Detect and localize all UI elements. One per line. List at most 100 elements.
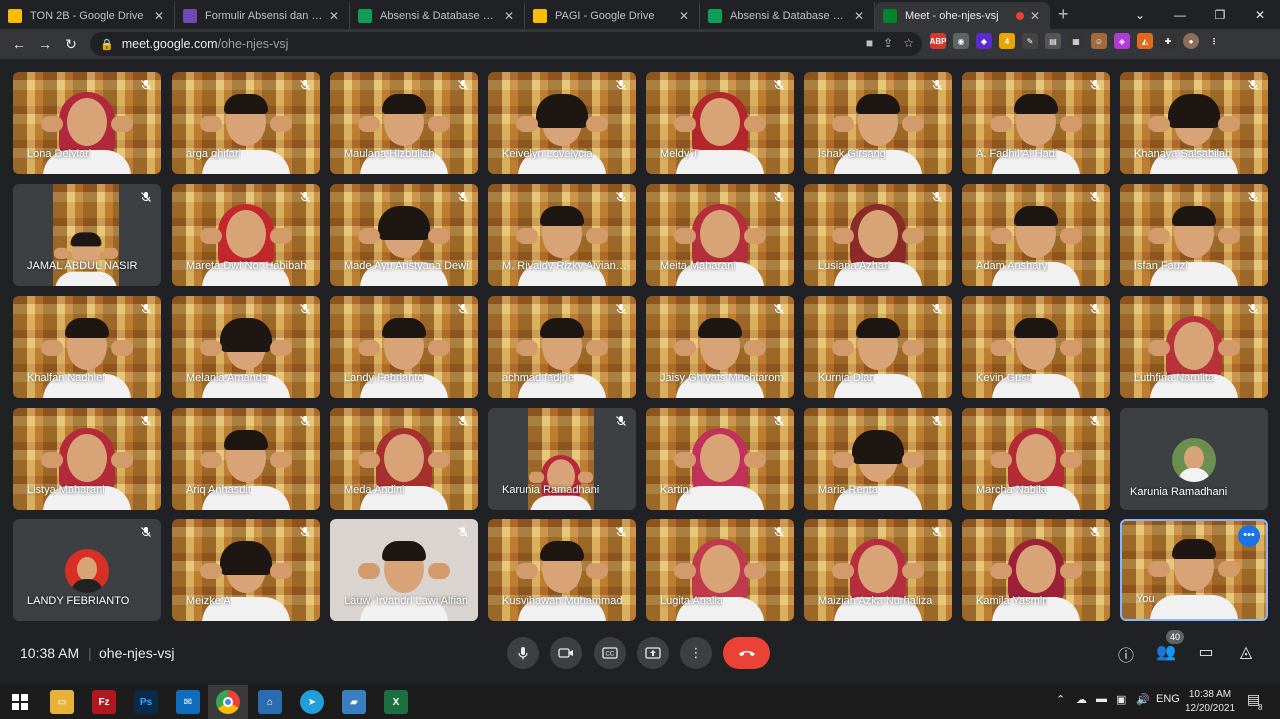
participant-tile[interactable]: Lugita Analia — [646, 519, 794, 621]
extension-purple-icon[interactable]: ◆ — [976, 33, 992, 49]
participant-tile[interactable]: Kamila Yasmin — [962, 519, 1110, 621]
close-window-icon[interactable]: ✕ — [1240, 8, 1280, 22]
close-tab-icon[interactable]: ✕ — [1028, 9, 1042, 23]
participant-tile[interactable]: Kartini — [646, 408, 794, 510]
browser-tab[interactable]: Formulir Absensi dan Evidence ✕ — [175, 2, 350, 29]
photoshop-icon[interactable]: Ps — [134, 690, 158, 714]
participant-tile[interactable]: Adam Anshary — [962, 184, 1110, 286]
share-icon[interactable]: ⇪ — [883, 36, 893, 50]
network-icon[interactable]: ▣ — [1116, 693, 1126, 706]
chrome-icon[interactable] — [216, 690, 240, 714]
back-icon[interactable]: ← — [6, 36, 32, 52]
people-icon[interactable]: 👥 — [1155, 642, 1177, 662]
filezilla-icon[interactable]: Fz — [92, 690, 116, 714]
chat-icon[interactable]: ▭ — [1195, 642, 1217, 662]
participant-tile[interactable]: Ishak Girsang — [804, 72, 952, 174]
participant-tile[interactable]: JAMAL ABDUL NASIR — [13, 184, 161, 286]
participant-tile[interactable]: A. Fadhil Al Hadi — [962, 72, 1110, 174]
participant-tile[interactable]: Luthfina Narulita — [1120, 296, 1268, 398]
battery-icon[interactable]: ▬ — [1096, 693, 1107, 705]
participant-tile[interactable]: Khalfan Nadhief — [13, 296, 161, 398]
address-bar[interactable]: 🔒 meet.google.com/ohe-njes-vsj ■ ⇪ ☆ — [90, 32, 922, 56]
close-tab-icon[interactable]: ✕ — [327, 9, 341, 23]
windows-start-icon[interactable] — [8, 690, 32, 714]
participant-tile[interactable]: Kusvihawan Muhammad — [488, 519, 636, 621]
new-tab-button[interactable]: + — [1058, 4, 1069, 25]
participant-tile[interactable]: Maria Renta — [804, 408, 952, 510]
lock-icon[interactable]: 🔒 — [100, 38, 114, 51]
forward-icon[interactable]: → — [32, 36, 58, 52]
participant-tile[interactable]: Khanaya Salsabilah — [1120, 72, 1268, 174]
system-clock[interactable]: 10:38 AM 12/20/2021 — [1180, 688, 1240, 716]
participant-tile[interactable]: Mareta Dwi Nor Habibah — [172, 184, 320, 286]
browser-tab[interactable]: Meet - ohe-njes-vsj ✕ — [875, 2, 1050, 29]
present-button[interactable] — [637, 637, 669, 669]
close-tab-icon[interactable]: ✕ — [502, 9, 516, 23]
browser-tab[interactable]: Absensi & Database 2B - Google ✕ — [350, 2, 525, 29]
captions-button[interactable]: CC — [594, 637, 626, 669]
reload-icon[interactable]: ↻ — [58, 36, 84, 53]
tab-search-icon[interactable]: ⌄ — [1120, 8, 1160, 22]
participant-tile[interactable]: Landy Febrianto — [330, 296, 478, 398]
microphone-button[interactable] — [507, 637, 539, 669]
close-tab-icon[interactable]: ✕ — [152, 9, 166, 23]
participant-tile[interactable]: Meldy T — [646, 72, 794, 174]
file-explorer-icon[interactable]: ▭ — [50, 690, 74, 714]
onedrive-tray-icon[interactable]: ☁ — [1076, 693, 1087, 706]
puzzle-icon[interactable]: ✚ — [1160, 33, 1176, 49]
participant-tile[interactable]: Melania Amanda — [172, 296, 320, 398]
bookmark-star-icon[interactable]: ☆ — [903, 36, 914, 50]
tile-options-icon[interactable]: ••• — [1238, 525, 1260, 547]
participant-tile[interactable]: Kurnia Dian — [804, 296, 952, 398]
telegram-icon[interactable]: ➤ — [300, 690, 324, 714]
participant-tile[interactable]: Karunia Ramadhani — [488, 408, 636, 510]
participant-tile[interactable]: Ariq Anhasdit — [172, 408, 320, 510]
close-tab-icon[interactable]: ✕ — [852, 9, 866, 23]
participant-tile[interactable]: Marcha Nabila — [962, 408, 1110, 510]
participant-tile[interactable]: arga ghifari — [172, 72, 320, 174]
participant-tile[interactable]: Lona Delviari — [13, 72, 161, 174]
participant-tile[interactable]: Listya Maharani — [13, 408, 161, 510]
extension-badge-icon[interactable]: 4 — [999, 33, 1015, 49]
minimize-icon[interactable]: — — [1160, 8, 1200, 22]
info-icon[interactable]: ⓘ — [1115, 642, 1137, 666]
profile-avatar[interactable]: ● — [1183, 33, 1199, 49]
more-options-button[interactable]: ⋮ — [680, 637, 712, 669]
participant-tile[interactable]: Karunia Ramadhani — [1120, 408, 1268, 510]
browser-menu-icon[interactable]: ⋮ — [1206, 33, 1222, 49]
participant-tile[interactable]: Lauw, Irvandri Lawi Alfian — [330, 519, 478, 621]
adblock-icon[interactable]: ABP — [930, 33, 946, 49]
screenshot-icon[interactable]: ◉ — [953, 33, 969, 49]
participant-tile[interactable]: Isfan Fauzi — [1120, 184, 1268, 286]
participant-tile[interactable]: Meizke A — [172, 519, 320, 621]
excel-icon[interactable]: X — [384, 690, 408, 714]
participant-tile[interactable]: Meita Maharani — [646, 184, 794, 286]
participant-tile[interactable]: Jaisy Ghiyats Muchtarom — [646, 296, 794, 398]
browser-tab[interactable]: TON 2B - Google Drive ✕ — [0, 2, 175, 29]
mail-icon[interactable]: ✉ — [176, 690, 200, 714]
grid-extension-icon[interactable]: ▦ — [1068, 33, 1084, 49]
browser-tab[interactable]: PAGI - Google Drive ✕ — [525, 2, 700, 29]
participant-tile[interactable]: Kevin Gusti — [962, 296, 1110, 398]
restore-icon[interactable]: ❐ — [1200, 8, 1240, 22]
face-extension-icon[interactable]: ☺ — [1091, 33, 1107, 49]
participant-tile[interactable]: Maulana Hizbullah — [330, 72, 478, 174]
fox-extension-icon[interactable]: ◭ — [1137, 33, 1153, 49]
participant-tile[interactable]: Made Ayu Aristyana Dewi — [330, 184, 478, 286]
activities-icon[interactable]: ◬ — [1235, 642, 1257, 662]
browser-tab[interactable]: Absensi & Database 2B - Google ✕ — [700, 2, 875, 29]
participant-tile[interactable]: Keivelyn Lovelycia — [488, 72, 636, 174]
pen-icon[interactable]: ✎ — [1022, 33, 1038, 49]
close-tab-icon[interactable]: ✕ — [677, 9, 691, 23]
network-app-icon[interactable]: ⌂ — [258, 690, 282, 714]
notes-app-icon[interactable]: ▰ — [342, 690, 366, 714]
participant-tile[interactable]: Lusiana Azhari — [804, 184, 952, 286]
volume-icon[interactable]: 🔊 — [1136, 693, 1150, 706]
participant-tile[interactable]: M. Rivaldy Rizky Alviansyah — [488, 184, 636, 286]
copy-icon[interactable]: ▤ — [1045, 33, 1061, 49]
participant-tile[interactable]: You ••• — [1120, 519, 1268, 621]
tray-overflow-icon[interactable]: ⌃ — [1056, 693, 1065, 706]
language-indicator[interactable]: ENG — [1156, 693, 1180, 705]
camera-button[interactable] — [550, 637, 582, 669]
participant-tile[interactable]: Meda Andini — [330, 408, 478, 510]
